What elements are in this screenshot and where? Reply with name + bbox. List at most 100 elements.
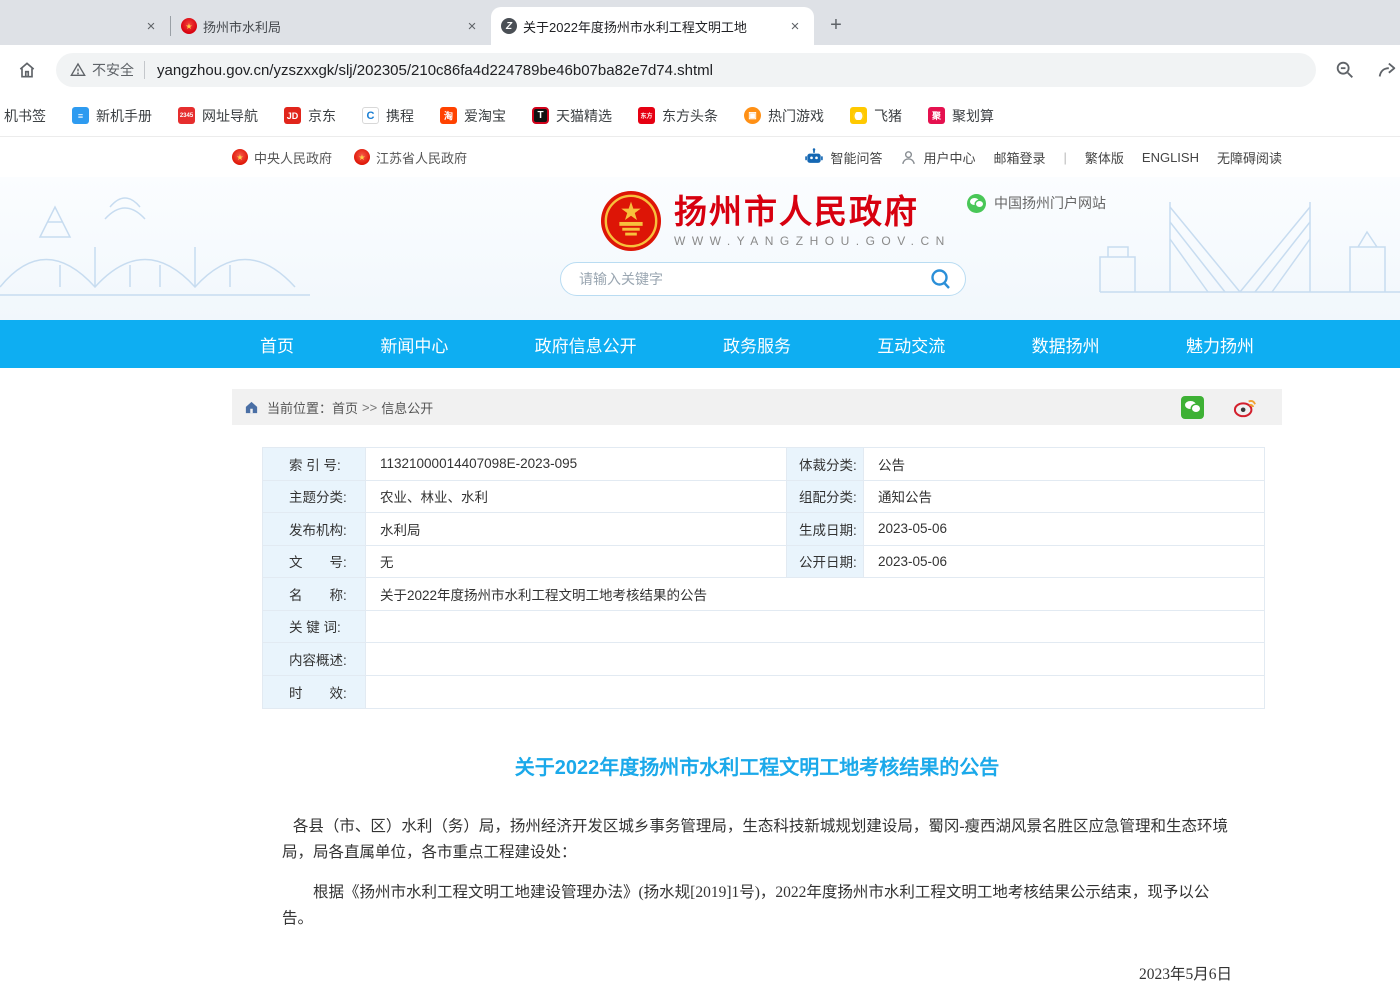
share-weibo-icon[interactable]: [1232, 396, 1258, 418]
search-box: [560, 262, 966, 296]
bookmark-item[interactable]: 飞猪: [850, 106, 902, 126]
link-label: ENGLISH: [1142, 150, 1199, 165]
bookmark-favicon: ≡: [72, 107, 89, 124]
traditional-version-link[interactable]: 繁体版: [1085, 148, 1124, 167]
bookmark-favicon: T: [532, 107, 549, 124]
robot-icon: [804, 147, 824, 167]
link-central-government[interactable]: ★ 中央人民政府: [232, 148, 332, 167]
link-jiangsu-government[interactable]: ★ 江苏省人民政府: [354, 148, 467, 167]
bookmark-item[interactable]: 2345 网址导航: [178, 106, 258, 126]
search-icon: [929, 267, 953, 291]
bookmark-item[interactable]: ▣热门游戏: [744, 106, 824, 126]
table-value: 通知公告: [864, 481, 1264, 513]
table-value: 公告: [864, 448, 1264, 480]
nav-item-5[interactable]: 互动交流: [877, 332, 945, 357]
link-label: 中央人民政府: [254, 148, 332, 167]
table-label: 生成日期:: [786, 513, 864, 545]
main-nav-bar: 首页 新闻中心 政府信息公开 政务服务 互动交流 数据扬州 魅力扬州: [0, 320, 1400, 368]
site-title: 扬州市人民政府: [674, 194, 951, 230]
bookmark-item[interactable]: JD京东: [284, 106, 336, 126]
search-button[interactable]: [927, 265, 955, 293]
table-label: 时 效:: [263, 676, 366, 709]
bookmark-label: 机书签: [4, 106, 46, 126]
nav-item-4[interactable]: 政务服务: [723, 332, 791, 357]
breadcrumb-section-link[interactable]: 信息公开: [381, 398, 433, 417]
main-nav: 首页 新闻中心 政府信息公开 政务服务 互动交流 数据扬州 魅力扬州: [232, 320, 1282, 368]
table-value: 2023-05-06: [864, 546, 1264, 578]
table-value: [366, 611, 1264, 643]
nav-item-1[interactable]: 首页: [260, 332, 294, 357]
table-value: 水利局: [366, 513, 786, 545]
tab-partial[interactable]: ×: [0, 7, 170, 45]
bookmark-item[interactable]: 机书签: [4, 106, 46, 126]
user-center-link[interactable]: 用户中心: [900, 148, 975, 167]
bookmark-item[interactable]: 淘爱淘宝: [440, 106, 506, 126]
wechat-icon: [967, 194, 986, 213]
home-icon[interactable]: [10, 53, 44, 87]
nav-item-7[interactable]: 魅力扬州: [1186, 332, 1254, 357]
article-date: 2023年5月6日: [282, 962, 1232, 984]
bookmark-label: 网址导航: [202, 106, 258, 126]
site-logo[interactable]: 扬州市人民政府 WWW.YANGZHOU.GOV.CN: [600, 190, 951, 252]
address-bar[interactable]: 不安全 yangzhou.gov.cn/yzszxxgk/slj/202305/…: [56, 53, 1316, 87]
meta-table: 索 引 号:11321000014407098E-2023-095体裁分类:公告…: [262, 447, 1265, 709]
bookmark-item[interactable]: T天猫精选: [532, 106, 612, 126]
smart-qa-link[interactable]: 智能问答: [804, 147, 882, 167]
table-label: 索 引 号:: [263, 448, 366, 480]
nav-item-2[interactable]: 新闻中心: [380, 332, 448, 357]
breadcrumb: 当前位置： 首页 >> 信息公开: [232, 389, 1282, 425]
tab-active-announcement[interactable]: Z 关于2022年度扬州市水利工程文明工地 ×: [491, 7, 814, 45]
site-domain: WWW.YANGZHOU.GOV.CN: [674, 234, 951, 248]
bookmark-item[interactable]: C携程: [362, 106, 414, 126]
breadcrumb-separator: >>: [362, 400, 377, 415]
nav-item-6[interactable]: 数据扬州: [1032, 332, 1100, 357]
table-label: 公开日期:: [786, 546, 864, 578]
table-value: 2023-05-06: [864, 513, 1264, 545]
search-input[interactable]: [579, 271, 927, 287]
security-label: 不安全: [92, 60, 134, 80]
article-title: 关于2022年度扬州市水利工程文明工地考核结果的公告: [282, 751, 1232, 780]
table-row: 名 称:关于2022年度扬州市水利工程文明工地考核结果的公告: [263, 578, 1264, 611]
tab-close-icon[interactable]: ×: [463, 17, 481, 35]
link-label: 智能问答: [830, 148, 882, 167]
table-label: 组配分类:: [786, 481, 864, 513]
table-row: 索 引 号:11321000014407098E-2023-095体裁分类:公告: [263, 448, 1264, 481]
new-tab-button[interactable]: +: [822, 11, 850, 39]
bookmark-favicon: 聚: [928, 107, 945, 124]
table-label: 名 称:: [263, 578, 366, 610]
link-label: 无障碍阅读: [1217, 148, 1282, 167]
table-row: 发布机构:水利局生成日期:2023-05-06: [263, 513, 1264, 546]
portal-site-link[interactable]: 中国扬州门户网站: [967, 193, 1106, 213]
bookmark-item[interactable]: 聚聚划算: [928, 106, 994, 126]
tab-yangzhou-water-bureau[interactable]: ★ 扬州市水利局 ×: [171, 7, 491, 45]
breadcrumb-home-link[interactable]: 首页: [332, 398, 358, 417]
zoom-out-icon[interactable]: [1328, 53, 1362, 87]
share-icon[interactable]: [1370, 53, 1400, 87]
bookmark-label: 飞猪: [874, 106, 902, 126]
mail-login-link[interactable]: 邮箱登录: [993, 148, 1045, 167]
table-value: 农业、林业、水利: [366, 481, 786, 513]
tab-close-icon[interactable]: ×: [142, 17, 160, 35]
bookmark-favicon: 2345: [178, 107, 195, 124]
english-version-link[interactable]: ENGLISH: [1142, 150, 1199, 165]
bookmark-item[interactable]: 东方东方头条: [638, 106, 718, 126]
url-text: yangzhou.gov.cn/yzszxxgk/slj/202305/210c…: [157, 62, 713, 79]
bookmark-item[interactable]: ≡新机手册: [72, 106, 152, 126]
table-value: [366, 643, 1264, 675]
share-wechat-icon[interactable]: [1181, 396, 1204, 419]
breadcrumb-prefix: 当前位置：: [267, 398, 332, 417]
link-label: 邮箱登录: [993, 148, 1045, 167]
banner-art-left: [0, 177, 420, 320]
gov-emblem-favicon: ★: [181, 18, 197, 34]
nav-item-3[interactable]: 政府信息公开: [535, 332, 637, 357]
accessibility-link[interactable]: 无障碍阅读: [1217, 148, 1282, 167]
bookmark-label: 爱淘宝: [464, 106, 506, 126]
site-utility-bar: ★ 中央人民政府 ★ 江苏省人民政府 智能问答: [0, 137, 1400, 177]
tab-close-icon[interactable]: ×: [786, 17, 804, 35]
link-label: 用户中心: [923, 148, 975, 167]
bookmark-favicon: [850, 107, 867, 124]
warning-icon: [70, 62, 86, 78]
portal-label: 中国扬州门户网站: [994, 193, 1106, 213]
bookmark-label: 携程: [386, 106, 414, 126]
address-divider: [144, 61, 145, 79]
